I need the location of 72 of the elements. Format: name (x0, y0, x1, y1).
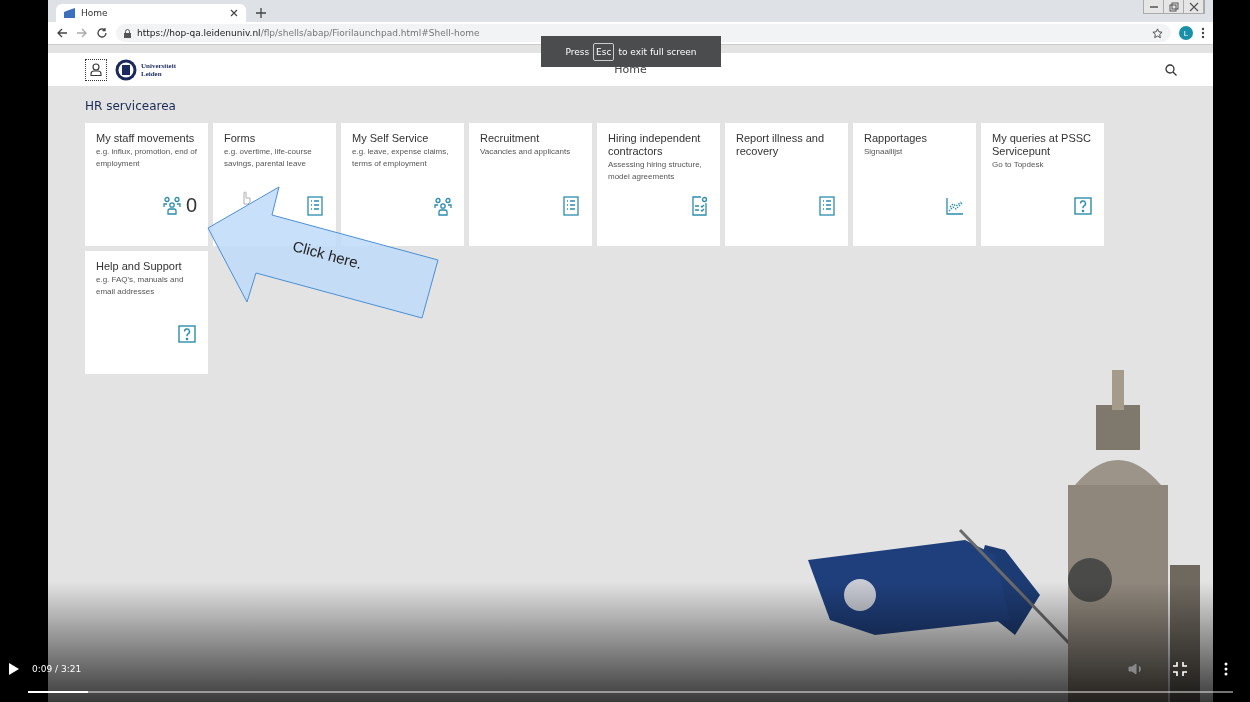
url-text: https://hop-qa.leidenuniv.nl/flp/shells/abap/Fiorilaunchpad.html#Shell-home (137, 28, 480, 38)
tile-title: My queries at PSSC Servicepunt (992, 132, 1093, 158)
tile-title: My staff movements (96, 132, 196, 145)
people-icon (433, 196, 453, 216)
group-title: HR servicearea (85, 99, 177, 113)
tile-title: Help and Support (96, 260, 183, 273)
tile-subtitle: e.g. influx, promotion, end of employment (96, 146, 197, 170)
page-icon (64, 8, 75, 18)
launchpad-tile[interactable]: Report illness and recovery (725, 123, 848, 246)
launchpad-tile[interactable]: My staff movements e.g. influx, promotion, end of employment 0 (85, 123, 208, 246)
help-icon (177, 324, 197, 344)
play-icon (8, 662, 20, 676)
search-icon (1165, 63, 1177, 76)
back-button[interactable] (56, 27, 68, 39)
more-menu-button[interactable] (1201, 27, 1205, 39)
people-icon (161, 195, 182, 215)
list-icon (561, 196, 581, 216)
reload-icon (96, 27, 108, 39)
address-field[interactable]: https://hop-qa.leidenuniv.nl/flp/shells/abap/Fiorilaunchpad.html#Shell-home (116, 24, 1171, 42)
close-tab-button[interactable] (230, 7, 238, 19)
launchpad-tile[interactable]: Rapportages Signaallijst (853, 123, 976, 246)
tile-subtitle: Vacancies and applicants (480, 146, 572, 158)
close-icon (230, 8, 238, 17)
volume-icon (1127, 661, 1143, 677)
volume-button[interactable] (1127, 661, 1143, 677)
search-button[interactable] (1165, 63, 1177, 76)
user-icon (90, 63, 102, 76)
exit-fullscreen-icon (1172, 661, 1188, 677)
lock-icon (124, 28, 131, 38)
notice-text: Press (565, 46, 590, 57)
tile-title: My Self Service (352, 132, 430, 145)
tile-count: 0 (185, 194, 197, 216)
profile-avatar[interactable]: L (1179, 26, 1193, 40)
more-icon (1201, 27, 1205, 39)
tab-title: Home (81, 8, 109, 18)
tile-subtitle: Signaallijst (864, 146, 904, 158)
notice-text: to exit full screen (618, 46, 697, 57)
reload-button[interactable] (96, 27, 108, 39)
list-icon (817, 196, 837, 216)
launchpad-tile[interactable]: Hiring independent contractors Assessing hiring structure, model agreements (597, 123, 720, 246)
launchpad-tile[interactable]: My Self Service e.g. leave, expense claims, terms of employment (341, 123, 464, 246)
launchpad-tile[interactable]: Recruitment Vacancies and applicants (469, 123, 592, 246)
play-button[interactable] (8, 662, 20, 676)
tile-subtitle: Assessing hiring structure, model agreements (608, 159, 703, 183)
checklist-document-icon (689, 196, 709, 216)
video-time: 0:09 / 3:21 (32, 664, 82, 674)
hand-cursor-icon (240, 190, 252, 205)
list-icon (305, 196, 325, 216)
key-label: Esc (593, 42, 615, 61)
browser-tab[interactable]: Home (56, 4, 246, 22)
tile-title: Hiring independent contractors (608, 132, 702, 158)
tile-title: Rapportages (864, 132, 928, 145)
tile-subtitle: Go to Topdesk (992, 159, 1045, 171)
exit-fullscreen-button[interactable] (1172, 661, 1188, 677)
tile-subtitle: e.g. overtime, life-course savings, parental leave (224, 146, 313, 170)
launchpad-tile[interactable]: Help and Support e.g. FAQ's, manuals and email addresses (85, 251, 208, 374)
user-button[interactable] (85, 58, 107, 81)
tile-title: Forms (224, 132, 257, 145)
restore-icon (1166, 0, 1181, 13)
help-icon (1073, 196, 1093, 216)
launchpad-tile[interactable]: My queries at PSSC Servicepunt Go to Topdesk (981, 123, 1104, 246)
tile-title: Recruitment (480, 132, 541, 145)
line-chart-icon (945, 196, 965, 216)
plus-icon (256, 8, 266, 18)
forward-icon (76, 27, 88, 39)
university-seal-icon (115, 58, 137, 81)
tile-subtitle: e.g. FAQ's, manuals and email addresses (96, 274, 185, 298)
tile-subtitle: e.g. leave, expense claims, terms of employment (352, 146, 450, 170)
back-icon (56, 27, 68, 39)
bookmark-button[interactable] (1152, 27, 1163, 39)
tile-title: Report illness and recovery (736, 132, 826, 158)
star-icon (1152, 27, 1163, 39)
